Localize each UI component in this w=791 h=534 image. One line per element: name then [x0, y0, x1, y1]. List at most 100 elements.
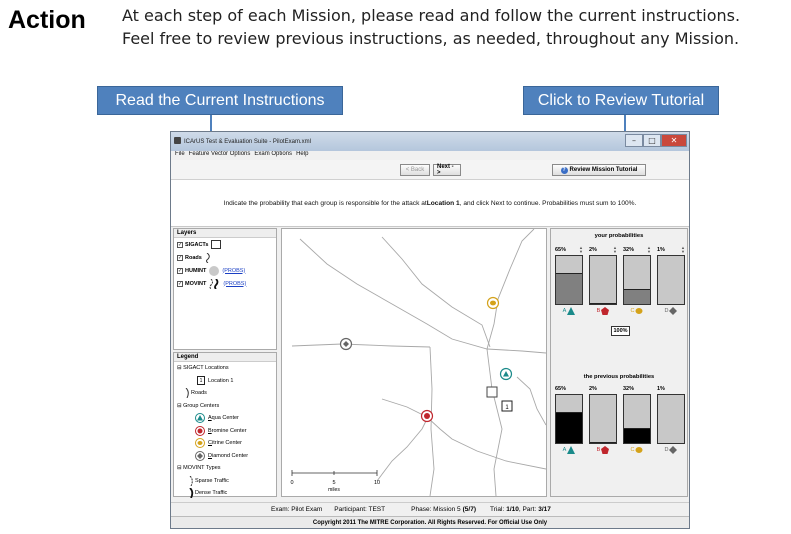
probability-stepper[interactable]: ▲ ▼ [681, 246, 685, 253]
toolbar: < Back Next -> ? Review Mission Tutorial [171, 160, 689, 180]
probability-stepper[interactable]: ▲ ▼ [579, 246, 583, 253]
legend-citrine-center: Citrine Center [177, 437, 276, 450]
decrement-arrow-icon[interactable]: ▼ [647, 249, 651, 254]
review-tutorial-label: Review Mission Tutorial [569, 167, 638, 173]
probability-group-label: D [657, 446, 685, 454]
menu-bar: File Feature Vector Options Exam Options… [171, 151, 689, 160]
humint-probs-link[interactable]: (PROBS) [222, 268, 245, 274]
legend-label: Roads [191, 390, 207, 397]
probability-column: 2% ▲ ▼ B [589, 245, 617, 325]
leaf-icon [635, 447, 643, 453]
legend-label: Group Centers [183, 402, 220, 409]
map-canvas[interactable]: 1 0 5 10 miles [282, 228, 547, 497]
layer-label: SIGACTs [185, 241, 209, 248]
probability-value: 1% [657, 384, 685, 393]
previous-probabilities-bars: 65% A 2% B 32% C 1% D [551, 384, 687, 484]
probability-bar [589, 394, 617, 444]
status-part-label: , Part: [518, 505, 537, 513]
decrement-arrow-icon[interactable]: ▼ [579, 249, 583, 254]
probability-column: 1% D [657, 384, 685, 464]
status-participant: Participant: TEST [334, 505, 386, 513]
callout-review-tutorial: Click to Review Tutorial [523, 86, 719, 115]
layer-sigacts[interactable]: ✓ SIGACTs [174, 238, 276, 251]
checkbox-movint[interactable]: ✓ [177, 280, 183, 287]
slide-line-1: At each step of each Mission, please rea… [122, 6, 741, 25]
checkbox-roads[interactable]: ✓ [177, 254, 183, 261]
probability-bar-fill [590, 442, 616, 443]
status-trial-label: Trial: [490, 505, 505, 513]
checkbox-humint[interactable]: ✓ [177, 267, 183, 274]
decrement-arrow-icon[interactable]: ▼ [613, 249, 617, 254]
probability-bar[interactable] [555, 255, 583, 305]
probability-bar [555, 394, 583, 444]
instruction-text-start: Indicate the probability that each group… [223, 199, 427, 207]
legend-sigact-group[interactable]: ⊟ SIGACT Locations [177, 362, 276, 375]
layer-humint[interactable]: ✓ HUMINT (PROBS) [174, 264, 276, 277]
movint-probs-link[interactable]: (PROBS) [223, 281, 246, 287]
minimize-button[interactable]: – [625, 134, 643, 147]
layer-label: Roads [185, 254, 202, 261]
app-window: ICArUS Test & Evaluation Suite - PilotEx… [170, 131, 690, 529]
legend-list: ⊟ SIGACT Locations 1 Location 1 Roads ⊟ G… [174, 362, 276, 500]
status-part-value: 3/17 [538, 505, 551, 513]
your-probabilities-bars: 65% ▲ ▼ A 2% ▲ ▼ B 32% ▲ ▼ C 1% ▲ ▼ D [551, 239, 687, 339]
group-letter: C [630, 308, 635, 314]
status-bar: Exam: Pilot Exam Participant: TEST Phase… [171, 502, 689, 515]
collapse-icon[interactable]: ⊟ [177, 365, 182, 371]
menu-feature-vector-options[interactable]: Feature Vector Options [189, 151, 251, 160]
layer-roads[interactable]: ✓ Roads [174, 251, 276, 264]
legend-sparse-traffic: Sparse Traffic [177, 475, 276, 488]
review-mission-tutorial-button[interactable]: ? Review Mission Tutorial [552, 164, 646, 176]
pentagon-icon [601, 446, 610, 454]
legend-bromine-center: Bromine Center [177, 425, 276, 438]
decrement-arrow-icon[interactable]: ▼ [681, 249, 685, 254]
previous-probabilities-title: the previous probabilities [583, 374, 655, 380]
probability-bar[interactable] [589, 255, 617, 305]
copyright-bar: Copyright 2011 The MITRE Corporation. Al… [171, 516, 689, 528]
legend-label: MOVINT Types [183, 465, 221, 472]
probability-column: 32% C [623, 384, 651, 464]
map-panel[interactable]: 1 0 5 10 miles [281, 228, 547, 497]
menu-file[interactable]: File [175, 151, 185, 160]
probability-bar[interactable] [623, 255, 651, 305]
probability-group-label: A [555, 446, 583, 454]
road-line-icon [205, 252, 210, 263]
layer-label: MOVINT [185, 280, 207, 287]
next-button[interactable]: Next -> [433, 164, 461, 176]
probability-value: 32% [623, 384, 651, 393]
bromine-pentagon-icon [195, 425, 205, 436]
probability-bar-fill [556, 273, 582, 304]
legend-label: Dense Traffic [195, 490, 228, 497]
probability-stepper[interactable]: ▲ ▼ [613, 246, 617, 253]
probability-bar-fill [556, 412, 582, 443]
legend-label: iamond Center [211, 452, 249, 459]
probability-bar[interactable] [657, 255, 685, 305]
probability-value: 65% ▲ ▼ [555, 245, 583, 254]
app-icon [174, 137, 181, 144]
legend-movint-types[interactable]: ⊟ MOVINT Types [177, 462, 276, 475]
legend-label: itrine Center [211, 440, 242, 447]
probability-stepper[interactable]: ▲ ▼ [647, 246, 651, 253]
collapse-icon[interactable]: ⊟ [177, 403, 182, 409]
legend-label: Location 1 [208, 377, 234, 384]
slide-instructions: At each step of each Mission, please rea… [122, 4, 787, 50]
collapse-icon[interactable]: ⊟ [177, 465, 182, 471]
maximize-button[interactable]: □ [643, 134, 661, 147]
road [381, 236, 491, 348]
group-letter: A [562, 447, 567, 453]
close-button[interactable]: ✕ [661, 134, 687, 147]
group-letter: D [664, 308, 669, 314]
checkbox-sigacts[interactable]: ✓ [177, 241, 183, 248]
probability-column: 65% ▲ ▼ A [555, 245, 583, 325]
legend-group-centers[interactable]: ⊟ Group Centers [177, 400, 276, 413]
layer-movint[interactable]: ✓ MOVINT (PROBS) [174, 277, 276, 290]
help-icon: ? [560, 166, 568, 174]
scale-tick-10: 10 [374, 480, 380, 486]
group-letter: B [596, 447, 601, 453]
probability-group-label: C [623, 446, 651, 454]
group-letter: D [664, 447, 669, 453]
menu-exam-options[interactable]: Exam Options [254, 151, 292, 160]
window-controls: – □ ✕ [625, 134, 687, 147]
menu-help[interactable]: Help [296, 151, 308, 160]
back-button[interactable]: < Back [400, 164, 430, 176]
